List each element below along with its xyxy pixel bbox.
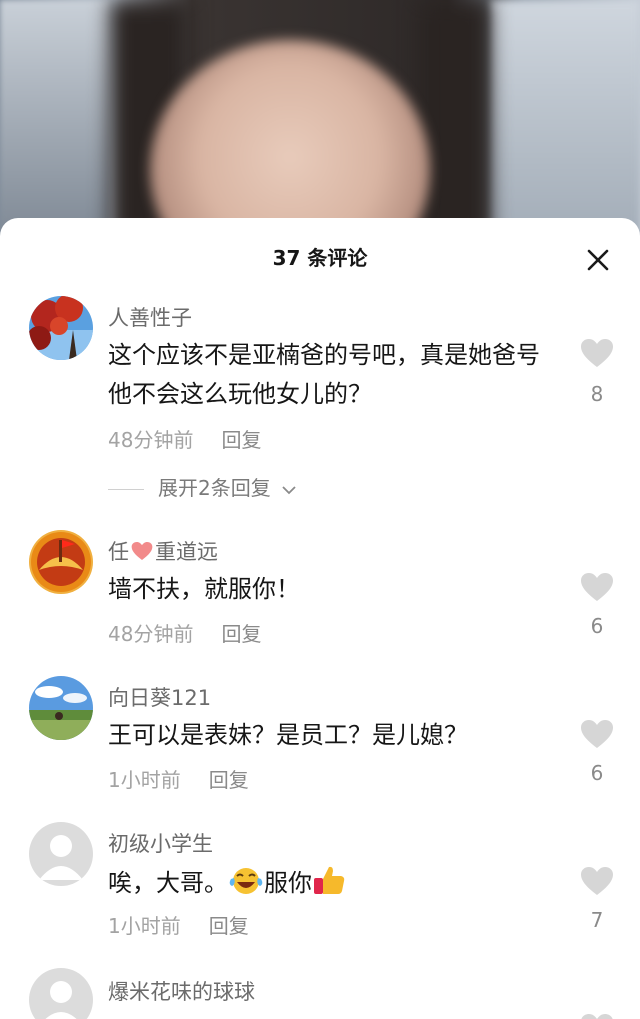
expand-replies-label: 展开2条回复 xyxy=(158,476,271,500)
flag-emblem-avatar[interactable] xyxy=(29,530,93,594)
comment-text: 唉，大哥。 服你 xyxy=(108,864,548,903)
red-leaves-avatar[interactable] xyxy=(29,296,93,360)
like-count: 6 xyxy=(590,614,604,638)
heart-like-icon[interactable] xyxy=(580,338,614,372)
comment-meta: 48分钟前 回复 xyxy=(108,424,261,453)
comment-author[interactable]: 向日葵121 xyxy=(108,682,211,712)
reply-button[interactable]: 回复 xyxy=(221,622,261,646)
background-window xyxy=(0,0,110,240)
comment-meta: 1小时前 回复 xyxy=(108,764,249,793)
comments-count-title: 37 条评论 xyxy=(272,246,368,270)
reply-button[interactable]: 回复 xyxy=(209,768,249,792)
comment-text: 这个应该不是亚楠爸的号吧，真是她爸号他不会这么玩他女儿的？ xyxy=(108,341,540,408)
comment-author[interactable]: 任 重道远 xyxy=(108,536,218,566)
comment-meta: 1小时前 回复 xyxy=(108,910,249,939)
chevron-down-icon xyxy=(282,485,296,494)
default-user-avatar[interactable] xyxy=(29,968,93,1019)
heart-like-icon[interactable] xyxy=(580,572,614,606)
tears-of-joy-emoji xyxy=(229,868,263,894)
comment-text-prefix: 唉，大哥。 xyxy=(108,869,228,897)
heart-like-icon[interactable] xyxy=(580,866,614,900)
comment-author-suffix: 重道远 xyxy=(155,540,218,564)
comments-header: 37 条评论 xyxy=(0,218,640,294)
comment-text: 王可以是表妹？是员工？是儿媳？ xyxy=(108,721,468,749)
comment-author[interactable]: 爆米花味的球球 xyxy=(108,976,255,1006)
comment-time: 1小时前 xyxy=(108,914,181,938)
comment-author-prefix: 任 xyxy=(108,540,129,564)
comment-time: 48分钟前 xyxy=(108,622,194,646)
landscape-avatar[interactable] xyxy=(29,676,93,740)
comment-author[interactable]: 人善性子 xyxy=(108,302,192,332)
comment-author[interactable]: 初级小学生 xyxy=(108,828,213,858)
expand-replies-button[interactable]: 展开2条回复 xyxy=(108,472,297,501)
heart-icon xyxy=(131,541,153,561)
comment-meta: 48分钟前 回复 xyxy=(108,618,261,647)
like-count: 6 xyxy=(590,761,604,785)
comment-time: 1小时前 xyxy=(108,768,181,792)
background-window-right xyxy=(490,0,640,240)
video-background[interactable] xyxy=(0,0,640,240)
divider-line xyxy=(108,489,144,490)
like-count: 8 xyxy=(590,382,604,406)
background-hair-right xyxy=(420,0,490,240)
thumbs-up-emoji xyxy=(314,866,345,894)
heart-like-icon[interactable] xyxy=(580,719,614,753)
comment-text-middle: 服你 xyxy=(264,869,312,897)
close-icon[interactable] xyxy=(584,246,612,274)
comment-text: 墙不扶，就服你！ xyxy=(108,575,300,603)
background-face xyxy=(150,40,430,240)
default-user-avatar[interactable] xyxy=(29,822,93,886)
like-count: 7 xyxy=(590,908,604,932)
reply-button[interactable]: 回复 xyxy=(209,914,249,938)
comment-time: 48分钟前 xyxy=(108,428,194,452)
heart-like-icon[interactable] xyxy=(580,1013,614,1019)
comments-sheet: 37 条评论 人善性子 这个应该不是亚楠爸的号吧，真是她爸号他不会这么玩他女儿的… xyxy=(0,218,640,1019)
reply-button[interactable]: 回复 xyxy=(221,428,261,452)
